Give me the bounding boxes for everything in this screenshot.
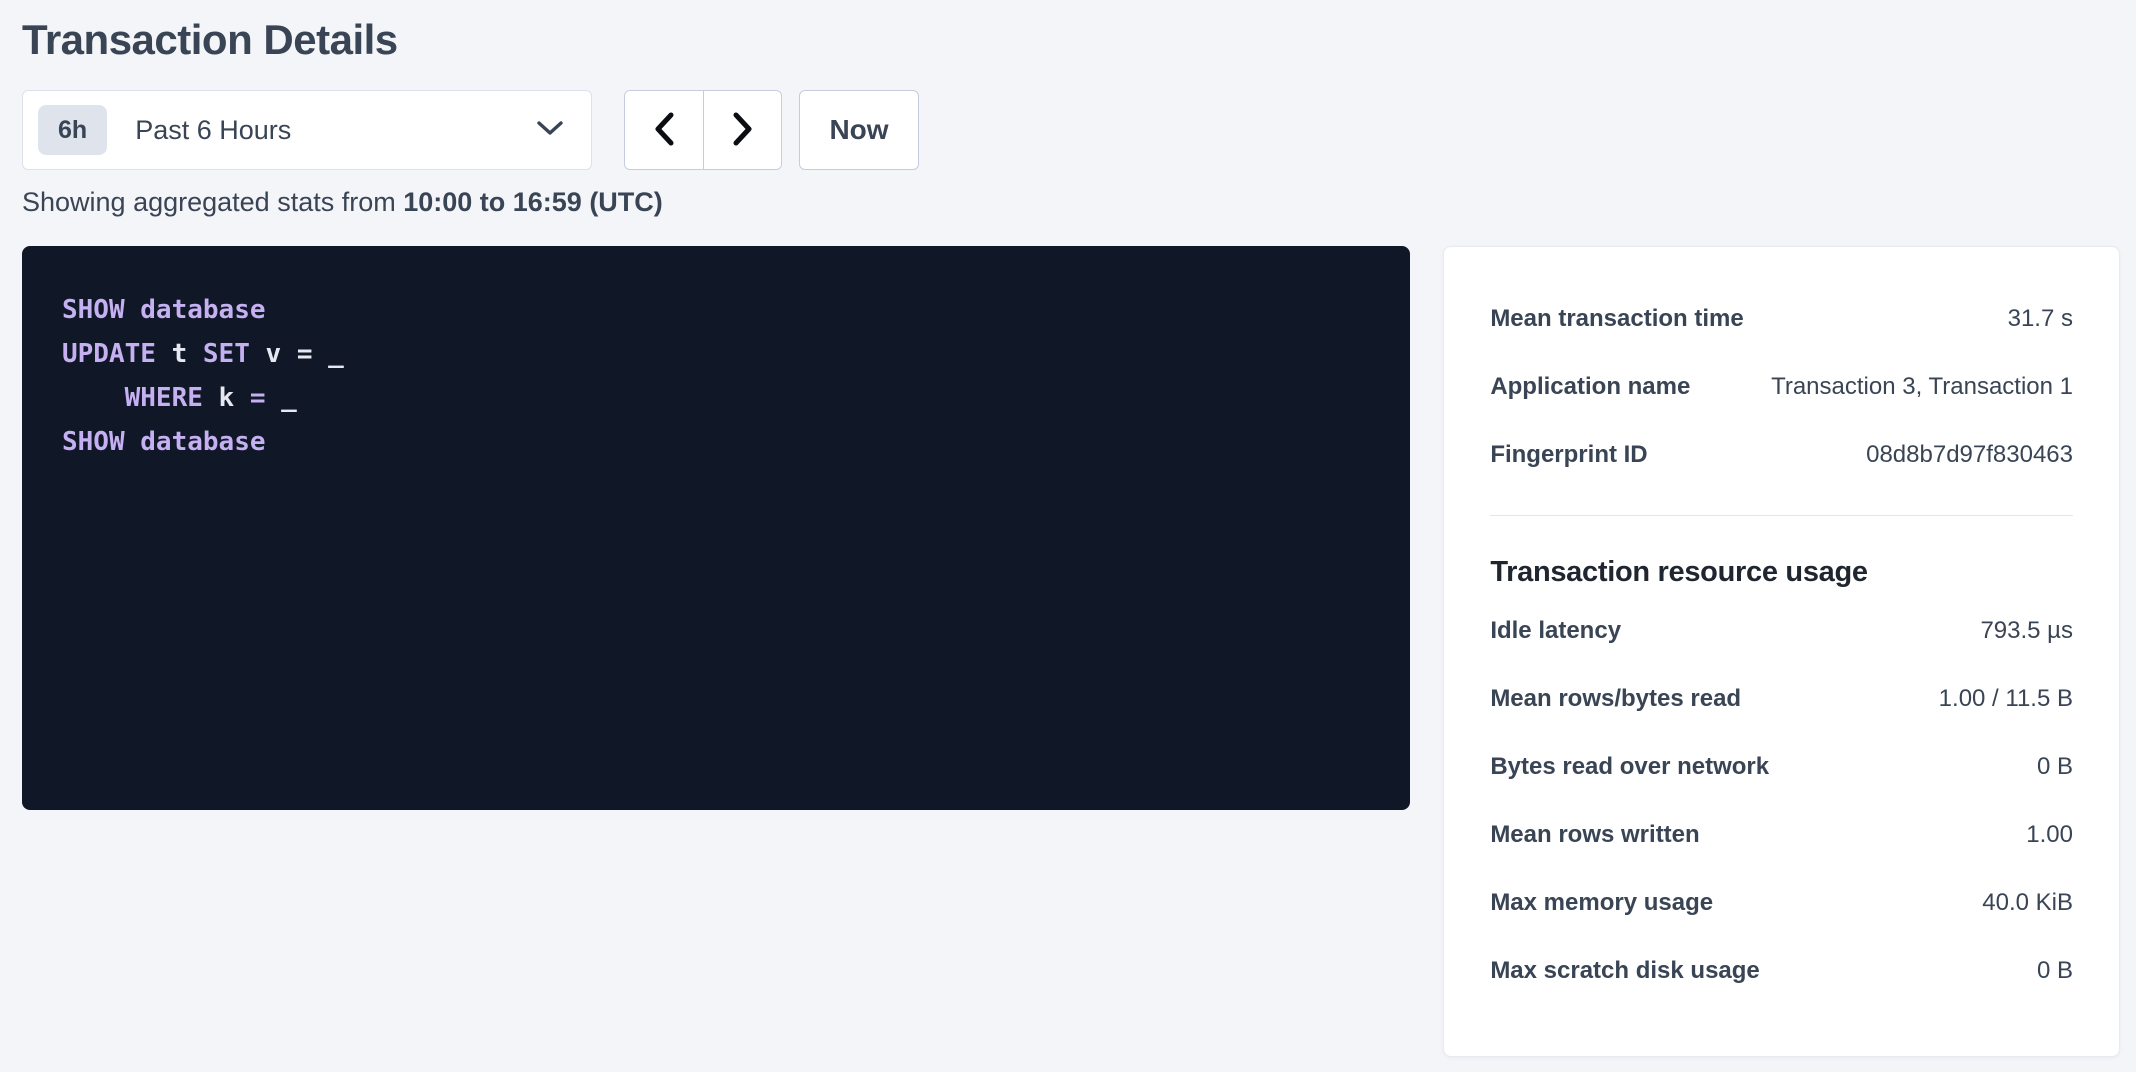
stat-value: 0 B xyxy=(2037,753,2073,781)
stat-label: Mean rows written xyxy=(1490,821,1719,849)
sql-token xyxy=(125,295,141,325)
sql-line: WHERE k = _ xyxy=(62,376,1370,420)
sql-token xyxy=(125,427,141,457)
sql-token: k xyxy=(203,383,250,413)
stat-row: Application name Transaction 3, Transacti… xyxy=(1490,353,2073,421)
stat-label: Idle latency xyxy=(1490,617,1641,645)
stat-value: 1.00 / 11.5 B xyxy=(1939,685,2073,713)
chevron-right-icon xyxy=(731,112,755,149)
transaction-details-page: Transaction Details 6h Past 6 Hours xyxy=(0,0,2136,1072)
sql-statement-box: SHOW databaseUPDATE t SET v = _ WHERE k … xyxy=(22,246,1410,810)
summary-stats: Mean transaction time 31.7 s Application n… xyxy=(1490,285,2073,489)
sql-token: database xyxy=(140,295,265,325)
stat-label: Mean transaction time xyxy=(1490,305,1763,333)
stat-label: Fingerprint ID xyxy=(1490,441,1667,469)
stat-value: 793.5 µs xyxy=(1980,617,2073,645)
stat-row: Idle latency 793.5 µs xyxy=(1490,597,2073,665)
sql-line: SHOW database xyxy=(62,288,1370,332)
resource-usage-stats: Idle latency 793.5 µs Mean rows/bytes read… xyxy=(1490,597,2073,1005)
chevron-left-icon xyxy=(652,112,676,149)
stat-row: Bytes read over network 0 B xyxy=(1490,733,2073,801)
sql-token: database xyxy=(140,427,265,457)
stat-row: Mean transaction time 31.7 s xyxy=(1490,285,2073,353)
stat-value: Transaction 3, Transaction 1 xyxy=(1771,373,2073,401)
time-range-dropdown[interactable]: 6h Past 6 Hours xyxy=(22,90,592,170)
aggregation-window-prefix: Showing aggregated stats from xyxy=(22,187,403,217)
sql-token: v = _ xyxy=(250,339,344,369)
stat-value: 1.00 xyxy=(2026,821,2073,849)
stat-row: Max memory usage 40.0 KiB xyxy=(1490,869,2073,937)
stat-row: Fingerprint ID 08d8b7d97f830463 xyxy=(1490,421,2073,489)
sql-token: SET xyxy=(203,339,250,369)
sql-token: SHOW xyxy=(62,295,125,325)
stat-value: 0 B xyxy=(2037,957,2073,985)
main-content: SHOW databaseUPDATE t SET v = _ WHERE k … xyxy=(22,246,2120,1057)
sql-line: UPDATE t SET v = _ xyxy=(62,332,1370,376)
stat-row: Mean rows/bytes read 1.00 / 11.5 B xyxy=(1490,665,2073,733)
stat-label: Mean rows/bytes read xyxy=(1490,685,1761,713)
sql-token: t xyxy=(156,339,203,369)
resource-usage-heading: Transaction resource usage xyxy=(1490,556,2073,589)
aggregation-window-range: 10:00 to 16:59 (UTC) xyxy=(403,187,663,217)
sql-token xyxy=(62,383,125,413)
time-range-label: Past 6 Hours xyxy=(135,115,537,146)
stat-label: Application name xyxy=(1490,373,1710,401)
sql-token: SHOW xyxy=(62,427,125,457)
stat-value: 31.7 s xyxy=(2008,305,2073,333)
now-button[interactable]: Now xyxy=(799,90,919,170)
page-title: Transaction Details xyxy=(22,14,2120,66)
aggregation-window-text: Showing aggregated stats from 10:00 to 1… xyxy=(22,186,2120,218)
next-time-range-button[interactable] xyxy=(703,91,781,169)
time-range-badge: 6h xyxy=(38,105,107,155)
stat-value: 40.0 KiB xyxy=(1982,889,2073,917)
stat-row: Max scratch disk usage 0 B xyxy=(1490,937,2073,1005)
previous-time-range-button[interactable] xyxy=(625,91,703,169)
stat-value: 08d8b7d97f830463 xyxy=(1866,441,2073,469)
sql-token: = xyxy=(250,383,266,413)
transaction-details-card: Mean transaction time 31.7 s Application n… xyxy=(1443,246,2120,1057)
time-controls: 6h Past 6 Hours xyxy=(22,90,2120,170)
sql-token: UPDATE xyxy=(62,339,156,369)
chevron-down-icon xyxy=(537,120,563,141)
card-divider xyxy=(1490,515,2073,516)
stat-row: Mean rows written 1.00 xyxy=(1490,801,2073,869)
sql-token: WHERE xyxy=(125,383,203,413)
time-step-buttons xyxy=(624,90,782,170)
stat-label: Max memory usage xyxy=(1490,889,1733,917)
sql-token: _ xyxy=(266,383,297,413)
stat-label: Max scratch disk usage xyxy=(1490,957,1779,985)
sql-line: SHOW database xyxy=(62,420,1370,464)
stat-label: Bytes read over network xyxy=(1490,753,1789,781)
